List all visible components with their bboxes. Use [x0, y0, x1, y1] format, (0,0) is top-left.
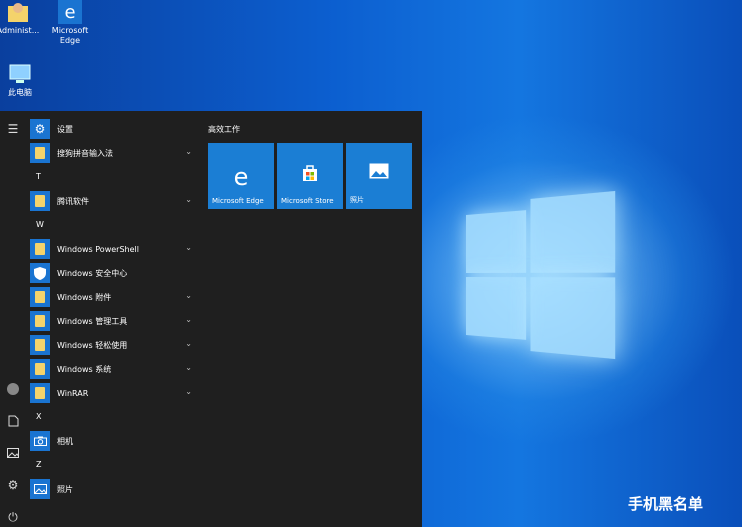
chevron-down-icon[interactable]: ⌄ — [185, 243, 192, 252]
user-folder-icon — [8, 3, 28, 22]
app-windows-system[interactable]: Windows 系统 ⌄ — [30, 357, 200, 381]
app-label: Windows 管理工具 — [57, 316, 128, 326]
folder-icon — [30, 311, 50, 331]
app-sogou-input[interactable]: 搜狗拼音输入法 ⌄ — [30, 141, 200, 165]
desktop-icon-this-pc[interactable]: 此电脑 — [0, 62, 46, 98]
app-windows-powershell[interactable]: Windows PowerShell ⌄ — [30, 237, 200, 261]
windows-logo-wallpaper — [466, 190, 623, 360]
app-windows-admin-tools[interactable]: Windows 管理工具 ⌄ — [30, 309, 200, 333]
folder-icon — [30, 359, 50, 379]
documents-icon[interactable] — [3, 411, 23, 431]
folder-icon — [30, 383, 50, 403]
hamburger-menu-icon[interactable]: ☰ — [3, 119, 23, 139]
gear-icon: ⚙ — [30, 119, 50, 139]
edge-icon: e — [58, 0, 82, 24]
chevron-down-icon[interactable]: ⌄ — [185, 339, 192, 348]
chevron-down-icon[interactable]: ⌄ — [185, 387, 192, 396]
computer-icon — [9, 64, 31, 83]
app-label: Windows PowerShell — [57, 244, 139, 254]
app-tencent-software[interactable]: 腾讯软件 ⌄ — [30, 189, 200, 213]
letter-header-t[interactable]: T — [30, 165, 200, 189]
desktop-icon-label: 此电脑 — [8, 88, 32, 97]
app-label: Windows 安全中心 — [57, 268, 128, 278]
desktop-icon-label: Administ... — [0, 26, 40, 35]
start-rail: ☰ ⚙ ⏻ — [0, 111, 26, 527]
photos-icon — [30, 479, 50, 499]
tile-group: e Microsoft Edge Microsoft Store 照片 — [208, 143, 412, 209]
tile-group-title[interactable]: 高效工作 — [208, 124, 240, 135]
tile-label: 照片 — [350, 196, 364, 204]
chevron-down-icon[interactable]: ⌄ — [185, 363, 192, 372]
letter-header-z[interactable]: Z — [30, 453, 200, 477]
power-icon[interactable]: ⏻ — [3, 507, 23, 527]
tile-label: Microsoft Store — [281, 197, 334, 205]
tile-label: Microsoft Edge — [212, 197, 264, 205]
chevron-down-icon[interactable]: ⌄ — [185, 195, 192, 204]
app-windows-ease-of-access[interactable]: Windows 轻松使用 ⌄ — [30, 333, 200, 357]
folder-icon — [30, 335, 50, 355]
app-camera[interactable]: 相机 — [30, 429, 200, 453]
letter-header-x[interactable]: X — [30, 405, 200, 429]
photos-icon — [346, 163, 412, 183]
tile-photos[interactable]: 照片 — [346, 143, 412, 209]
app-label: 搜狗拼音输入法 — [57, 148, 113, 158]
desktop-icon-label: Microsoft Edge — [51, 26, 89, 45]
app-photos[interactable]: 照片 — [30, 477, 200, 501]
app-windows-accessories[interactable]: Windows 附件 ⌄ — [30, 285, 200, 309]
desktop-icon-edge[interactable]: e Microsoft Edge — [44, 0, 96, 46]
app-label: Windows 系统 — [57, 364, 112, 374]
folder-icon — [30, 239, 50, 259]
camera-icon — [30, 431, 50, 451]
tile-microsoft-store[interactable]: Microsoft Store — [277, 143, 343, 209]
app-winrar[interactable]: WinRAR ⌄ — [30, 381, 200, 405]
app-windows-security[interactable]: Windows 安全中心 — [30, 261, 200, 285]
folder-icon — [30, 143, 50, 163]
app-list: ⚙ 设置 搜狗拼音输入法 ⌄ T 腾讯软件 ⌄ W Windows PowerS… — [30, 117, 200, 501]
start-menu: ☰ ⚙ ⏻ ⚙ 设置 搜狗拼音输入法 ⌄ T 腾讯软件 ⌄ W Windows — [0, 111, 422, 527]
pictures-icon[interactable] — [3, 443, 23, 463]
edge-icon: e — [233, 163, 249, 191]
shield-icon — [30, 263, 50, 283]
app-label: Windows 附件 — [57, 292, 112, 302]
tile-microsoft-edge[interactable]: e Microsoft Edge — [208, 143, 274, 209]
svg-text:e: e — [64, 2, 75, 23]
chevron-down-icon[interactable]: ⌄ — [185, 291, 192, 300]
user-avatar-icon[interactable] — [3, 379, 23, 399]
folder-icon — [30, 287, 50, 307]
app-label: 相机 — [57, 436, 73, 446]
watermark-text: 手机黑名单 — [628, 495, 704, 513]
letter-header-w[interactable]: W — [30, 213, 200, 237]
folder-icon — [30, 191, 50, 211]
settings-icon[interactable]: ⚙ — [3, 475, 23, 495]
app-label: 设置 — [57, 124, 73, 134]
store-icon — [277, 163, 343, 187]
chevron-down-icon[interactable]: ⌄ — [185, 315, 192, 324]
app-label: WinRAR — [57, 388, 89, 398]
app-settings[interactable]: ⚙ 设置 — [30, 117, 200, 141]
app-label: 照片 — [57, 484, 73, 494]
app-label: Windows 轻松使用 — [57, 340, 128, 350]
desktop-icon-administrator[interactable]: Administ... — [0, 0, 44, 36]
app-label: 腾讯软件 — [57, 196, 89, 206]
chevron-down-icon[interactable]: ⌄ — [185, 147, 192, 156]
